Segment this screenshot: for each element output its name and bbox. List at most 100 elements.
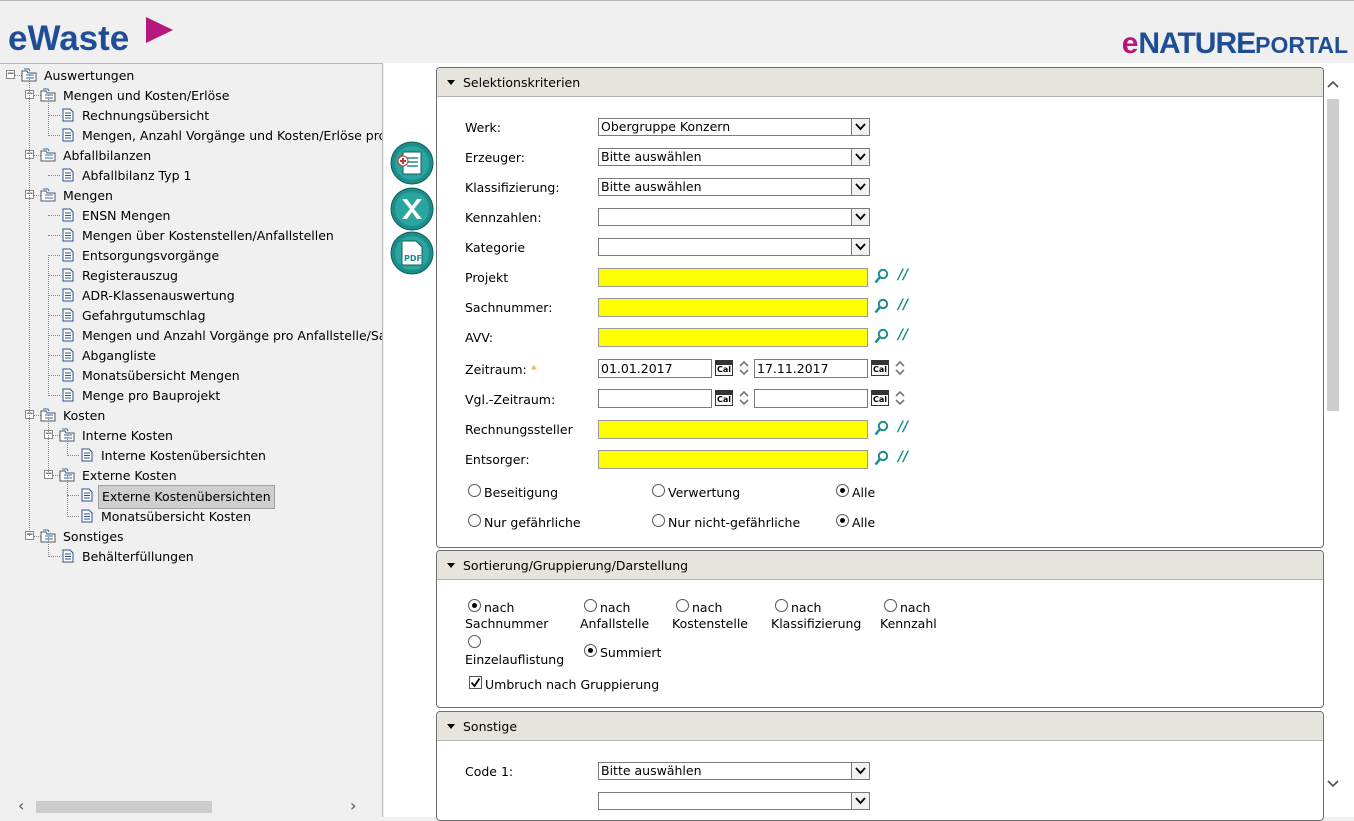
sort-klassifizierung-radio[interactable] <box>775 599 788 612</box>
clear-icon[interactable]: // <box>898 267 908 283</box>
tree-item[interactable]: Mengen und Anzahl Vorgänge pro Anfallste… <box>0 325 382 345</box>
entsorger-input[interactable] <box>598 450 868 469</box>
required-star: * <box>530 362 537 377</box>
pdf-export-button[interactable]: PDF <box>390 231 434 275</box>
report-button[interactable] <box>390 141 434 185</box>
tree-item[interactable]: Interne Kostenübersichten <box>0 445 382 465</box>
sonstige-header[interactable]: Sonstige <box>437 712 1323 741</box>
einzelauflistung-radio[interactable] <box>468 635 481 648</box>
clear-icon[interactable]: // <box>898 297 908 313</box>
collapse-toggle-icon[interactable]: − <box>6 70 15 79</box>
chevron-down-icon[interactable] <box>851 763 869 779</box>
spin-icon[interactable] <box>895 390 905 406</box>
chevron-down-icon[interactable] <box>851 239 869 255</box>
tree-item[interactable]: − Auswertungen <box>0 65 382 85</box>
werk-select[interactable]: Obergruppe Konzern <box>598 118 870 136</box>
tree-item[interactable]: Menge pro Bauprojekt <box>0 385 382 405</box>
lookup-icon[interactable] <box>874 328 890 344</box>
tree-item[interactable]: − Sonstiges <box>0 526 382 546</box>
tree-item[interactable]: ENSN Mengen <box>0 205 382 225</box>
sort-sachnummer-radio[interactable] <box>468 599 481 612</box>
rechnungssteller-input[interactable] <box>598 420 868 439</box>
lookup-icon[interactable] <box>874 298 890 314</box>
avv-input[interactable] <box>598 328 868 347</box>
collapse-triangle-icon[interactable] <box>447 80 455 85</box>
erzeuger-select[interactable]: Bitte auswählen <box>598 148 870 166</box>
projekt-input[interactable] <box>598 268 868 287</box>
kategorie-select[interactable] <box>598 238 870 256</box>
zeitraum-to-input[interactable]: 17.11.2017 <box>754 359 868 378</box>
zeitraum-from-input[interactable]: 01.01.2017 <box>598 359 712 378</box>
chevron-down-icon[interactable] <box>851 209 869 225</box>
calendar-icon[interactable]: Cal <box>871 390 889 406</box>
sachnummer-input[interactable] <box>598 298 868 317</box>
alle-radio-2[interactable] <box>836 514 849 527</box>
alle-radio-1[interactable] <box>836 484 849 497</box>
tree-item[interactable]: Mengen, Anzahl Vorgänge und Kosten/Erlös… <box>0 125 382 145</box>
tree-scroll-thumb[interactable] <box>36 801 212 813</box>
scroll-right-icon[interactable]: › <box>350 796 356 815</box>
tree-item[interactable]: − Externe Kosten <box>0 465 382 485</box>
tree-item[interactable]: ADR-Klassenauswertung <box>0 285 382 305</box>
tree-item[interactable]: Externe Kostenübersichten <box>0 485 382 509</box>
tree-item[interactable]: − Abfallbilanzen <box>0 145 382 165</box>
sort-kostenstelle-radio[interactable] <box>676 599 689 612</box>
tree-item[interactable]: Monatsübersicht Kosten <box>0 506 382 526</box>
scroll-left-icon[interactable]: ‹ <box>18 796 24 815</box>
tree-item[interactable]: Abfallbilanz Typ 1 <box>0 165 382 185</box>
chevron-down-icon[interactable] <box>851 179 869 195</box>
vgl-from-input[interactable] <box>598 389 712 408</box>
collapse-triangle-icon[interactable] <box>447 724 455 729</box>
tree-item[interactable]: Monatsübersicht Mengen <box>0 365 382 385</box>
sorting-header[interactable]: Sortierung/Gruppierung/Darstellung <box>437 551 1323 580</box>
document-icon <box>81 448 93 462</box>
calendar-icon[interactable]: Cal <box>871 360 889 376</box>
scroll-down-icon[interactable] <box>1327 777 1339 793</box>
collapse-triangle-icon[interactable] <box>447 563 455 568</box>
tree-item[interactable]: Behälterfüllungen <box>0 546 382 566</box>
beseitigung-radio[interactable] <box>468 484 481 497</box>
verwertung-radio[interactable] <box>652 484 665 497</box>
kennzahlen-select[interactable] <box>598 208 870 226</box>
sort-anfallstelle-radio[interactable] <box>584 599 597 612</box>
spin-icon[interactable] <box>739 390 749 406</box>
umbruch-checkbox[interactable] <box>469 676 482 689</box>
tree-item[interactable]: − Mengen <box>0 185 382 205</box>
tree-item[interactable]: − Mengen und Kosten/Erlöse <box>0 85 382 105</box>
summiert-radio[interactable] <box>584 644 597 657</box>
nur-gefaehrliche-radio[interactable] <box>468 514 481 527</box>
lookup-icon[interactable] <box>874 450 890 466</box>
tree-item[interactable]: Gefahrgutumschlag <box>0 305 382 325</box>
tree-horizontal-scrollbar[interactable]: ‹ › <box>14 796 374 815</box>
tree-item[interactable]: Mengen über Kostenstellen/Anfallstellen <box>0 225 382 245</box>
chevron-down-icon[interactable] <box>851 793 869 809</box>
code1-select[interactable]: Bitte auswählen <box>598 762 870 780</box>
clear-icon[interactable]: // <box>898 449 908 465</box>
vgl-to-input[interactable] <box>754 389 868 408</box>
calendar-icon[interactable]: Cal <box>715 390 733 406</box>
sort-kennzahl-radio[interactable] <box>884 599 897 612</box>
klassifizierung-select[interactable]: Bitte auswählen <box>598 178 870 196</box>
calendar-icon[interactable]: Cal <box>715 360 733 376</box>
lookup-icon[interactable] <box>874 420 890 436</box>
selection-criteria-header[interactable]: Selektionskriterien <box>437 68 1323 97</box>
clear-icon[interactable]: // <box>898 327 908 343</box>
spin-icon[interactable] <box>895 360 905 376</box>
excel-export-button[interactable] <box>390 187 434 231</box>
tree-item[interactable]: − Kosten <box>0 405 382 425</box>
tree-item[interactable]: Abgangliste <box>0 345 382 365</box>
lookup-icon[interactable] <box>874 268 890 284</box>
nur-nicht-gefaehrliche-radio[interactable] <box>652 514 665 527</box>
tree-item[interactable]: Registerauszug <box>0 265 382 285</box>
tree-item[interactable]: Entsorgungsvorgänge <box>0 245 382 265</box>
tree-item[interactable]: Rechnungsübersicht <box>0 105 382 125</box>
main-scroll-thumb[interactable] <box>1327 99 1339 411</box>
chevron-down-icon[interactable] <box>851 119 869 135</box>
scroll-up-icon[interactable] <box>1327 77 1339 93</box>
main-vertical-scrollbar[interactable] <box>1324 77 1342 793</box>
clear-icon[interactable]: // <box>898 419 908 435</box>
chevron-down-icon[interactable] <box>851 149 869 165</box>
tree-item[interactable]: − Interne Kosten <box>0 425 382 445</box>
code2-select[interactable] <box>598 792 870 810</box>
spin-icon[interactable] <box>739 360 749 376</box>
